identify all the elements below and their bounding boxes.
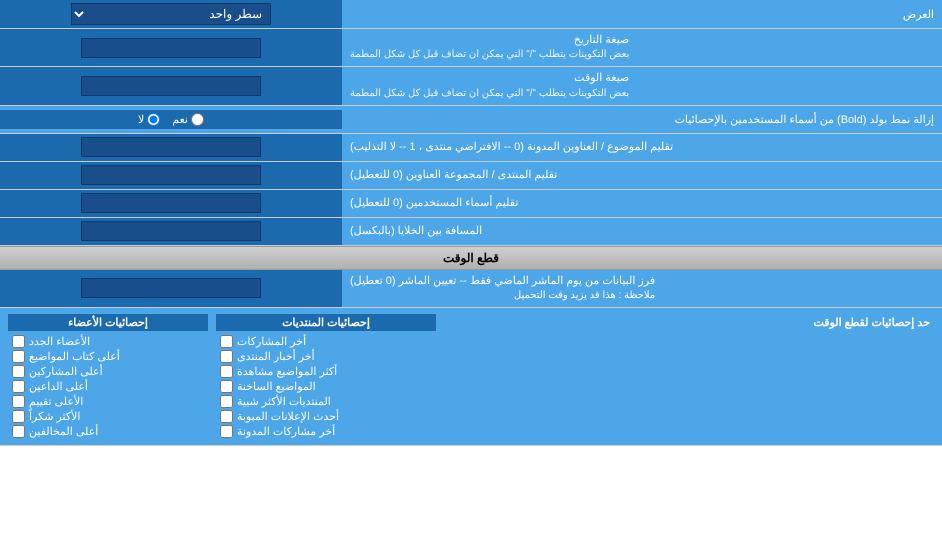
stat-checkbox[interactable] (220, 380, 233, 393)
topics-order-label: تقليم الموضوع / العناوين المدونة (0 -- ا… (342, 134, 942, 161)
list-item: أعلى المشاركين (8, 364, 208, 379)
time-format-label: صيغة الوقت بعض التكوينات يتطلب "/" التي … (342, 67, 942, 104)
stat-checkbox[interactable] (220, 365, 233, 378)
stat-checkbox[interactable] (220, 425, 233, 438)
topics-order-input[interactable]: 33 (81, 137, 261, 157)
stat-checkbox[interactable] (12, 365, 25, 378)
users-trim-input-cell: 0 (0, 190, 342, 217)
stat-checkbox[interactable] (220, 395, 233, 408)
top-label: العرض (342, 4, 942, 25)
time-format-row: صيغة الوقت بعض التكوينات يتطلب "/" التي … (0, 67, 942, 105)
bold-no-label: لا (138, 113, 160, 126)
stat-checkbox[interactable] (220, 350, 233, 363)
time-cut-filter-label: فرز البيانات من يوم الماشر الماضي فقط --… (342, 270, 942, 307)
stat-checkbox[interactable] (220, 410, 233, 423)
list-item: أعلى الداعين (8, 379, 208, 394)
stat-checkbox[interactable] (12, 350, 25, 363)
list-item: المنتديات الأكثر شبية (216, 394, 436, 409)
date-format-label: صيغة التاريخ بعض التكوينات يتطلب "/" الت… (342, 29, 942, 66)
time-cut-filter-input-cell: 0 (0, 270, 342, 307)
stat-checkbox[interactable] (12, 380, 25, 393)
stats-posts-header: إحصائيات المنتديات (216, 314, 436, 331)
users-trim-label: تقليم أسماء المستخدمين (0 للتعطيل) (342, 190, 942, 217)
stats-posts-col: إحصائيات المنتديات أخر المشاركاتأخر أخبا… (216, 314, 436, 439)
stat-checkbox[interactable] (12, 335, 25, 348)
cell-spacing-label: المسافة بين الخلايا (بالبكسل) (342, 218, 942, 245)
users-trim-input[interactable]: 0 (81, 193, 261, 213)
list-item: الأعضاء الجدد (8, 334, 208, 349)
bold-remove-options: نعم لا (0, 110, 342, 129)
forum-trim-input[interactable]: 33 (81, 165, 261, 185)
bold-remove-row: إزالة نمط بولد (Bold) من أسماء المستخدمي… (0, 106, 942, 134)
stats-limit-label: حد إحصائيات لقطع الوقت (444, 314, 934, 331)
time-format-input-cell: H:i (0, 67, 342, 104)
users-trim-row: تقليم أسماء المستخدمين (0 للتعطيل) 0 (0, 190, 942, 218)
stats-members-items: الأعضاء الجددأعلى كتاب المواضيعأعلى المش… (8, 334, 208, 439)
forum-trim-row: تقليم المنتدى / المجموعة العناوين (0 للت… (0, 162, 942, 190)
display-dropdown[interactable]: سطر واحد سطرين ثلاثة أسطر (71, 3, 271, 25)
topics-order-row: تقليم الموضوع / العناوين المدونة (0 -- ا… (0, 134, 942, 162)
list-item: أعلى المخالفين (8, 424, 208, 439)
forum-trim-label: تقليم المنتدى / المجموعة العناوين (0 للت… (342, 162, 942, 189)
bold-remove-label: إزالة نمط بولد (Bold) من أسماء المستخدمي… (342, 109, 942, 130)
list-item: أحدث الإعلانات المبوبة (216, 409, 436, 424)
bold-yes-label: نعم (172, 113, 204, 126)
date-format-input-cell: d-m (0, 29, 342, 66)
cell-spacing-row: المسافة بين الخلايا (بالبكسل) 2 (0, 218, 942, 246)
date-format-input[interactable]: d-m (81, 38, 261, 58)
list-item: أخر أخبار المنتدى (216, 349, 436, 364)
stat-checkbox[interactable] (12, 410, 25, 423)
stats-section: حد إحصائيات لقطع الوقت إحصائيات المنتديا… (0, 308, 942, 446)
stat-checkbox[interactable] (12, 425, 25, 438)
list-item: الأكثر شكراً (8, 409, 208, 424)
time-cut-filter-row: فرز البيانات من يوم الماشر الماضي فقط --… (0, 270, 942, 308)
list-item: أخر المشاركات (216, 334, 436, 349)
forum-trim-input-cell: 33 (0, 162, 342, 189)
list-item: أعلى كتاب المواضيع (8, 349, 208, 364)
top-row: العرض سطر واحد سطرين ثلاثة أسطر (0, 0, 942, 29)
stat-checkbox[interactable] (220, 335, 233, 348)
time-cut-filter-input[interactable]: 0 (81, 278, 261, 298)
stats-posts-items: أخر المشاركاتأخر أخبار المنتدىأكثر الموا… (216, 334, 436, 439)
bold-no-radio[interactable] (147, 113, 160, 126)
stat-checkbox[interactable] (12, 395, 25, 408)
time-format-input[interactable]: H:i (81, 76, 261, 96)
top-input-cell: سطر واحد سطرين ثلاثة أسطر (0, 0, 342, 28)
stats-limit-col: حد إحصائيات لقطع الوقت (444, 314, 934, 439)
list-item: المواضيع الساخنة (216, 379, 436, 394)
topics-order-input-cell: 33 (0, 134, 342, 161)
cell-spacing-input-cell: 2 (0, 218, 342, 245)
list-item: الأعلى تقييم (8, 394, 208, 409)
date-format-row: صيغة التاريخ بعض التكوينات يتطلب "/" الت… (0, 29, 942, 67)
cell-spacing-input[interactable]: 2 (81, 221, 261, 241)
stats-members-col: إحصائيات الأعضاء الأعضاء الجددأعلى كتاب … (8, 314, 208, 439)
list-item: أكثر المواضيع مشاهدة (216, 364, 436, 379)
list-item: أخر مشاركات المدونة (216, 424, 436, 439)
bold-yes-radio[interactable] (191, 113, 204, 126)
stats-members-header: إحصائيات الأعضاء (8, 314, 208, 331)
time-cut-section-header: قطع الوقت (0, 246, 942, 270)
